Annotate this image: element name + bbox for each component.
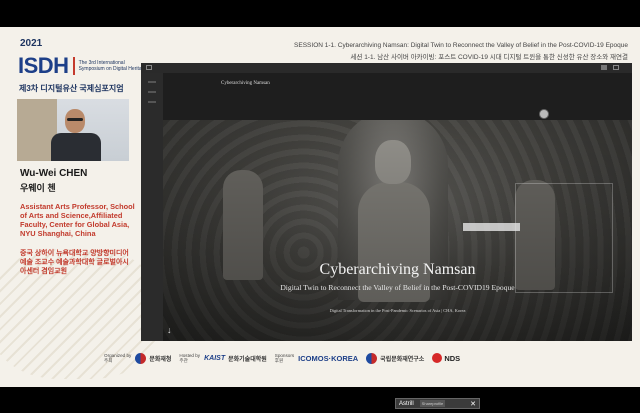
taeguk-icon	[366, 352, 378, 364]
sidebar-icon[interactable]	[148, 91, 156, 93]
slide-title: Cyberarchiving Namsan	[319, 261, 476, 278]
sponsor-strip: Organized by 주최 문화재청 Hosted by 주관 KAIST …	[104, 347, 634, 369]
taskbar-popup[interactable]: Astrill Shareprofile ✕	[395, 398, 480, 409]
speaker-head	[65, 109, 85, 133]
scroll-down-icon[interactable]: ↓	[167, 325, 172, 335]
sponsor-logo: 문화재청	[135, 352, 171, 364]
slide-footer: Digital Transformation in the Post-Pande…	[329, 308, 466, 313]
annotation-box	[463, 223, 520, 231]
logo-text: ISDH	[18, 53, 69, 78]
window-titlebar	[141, 63, 632, 73]
nds-mark-icon	[432, 353, 443, 363]
icomos-logo: ICOMOS·KOREA	[298, 353, 359, 363]
nds-logo: NDS	[432, 353, 460, 363]
nrich-logo: 국립문화재연구소	[366, 352, 424, 364]
logo-subtitle: The 3rd International Symposium on Digit…	[78, 60, 148, 72]
host-logo: KAIST 문화기술대학원	[204, 354, 267, 363]
speaker-title-ko: 중국 상하이 뉴욕대학교 양방향미디어예술 조교수 예술과학대학 글로벌아시아센…	[20, 250, 129, 275]
speaker-name-ko: 우웨이 첸	[20, 183, 56, 193]
slide-subtitle: Digital Twin to Reconnect the Valley of …	[280, 283, 515, 292]
sponsors-label: Sponsors 후원	[274, 353, 295, 363]
speaker-title: Assistant Arts Professor, School of Arts…	[20, 202, 135, 238]
speaker-video	[17, 99, 129, 161]
share-profile-button[interactable]: Shareprofile	[419, 400, 446, 407]
taeguk-icon	[135, 352, 147, 364]
maximize-icon[interactable]	[613, 65, 619, 70]
session-title-ko: 세션 1-1. 남산 사이버 아카이빙: 포스트 COVID-19 시대 디지털…	[350, 54, 628, 61]
event-year: 2021	[20, 38, 43, 49]
sidebar-icon[interactable]	[148, 101, 156, 103]
avatar[interactable]	[539, 109, 549, 119]
broadcast-frame: 2021 ISDH The 3rd International Symposiu…	[0, 27, 640, 387]
speaker-name: Wu-Wei CHEN	[20, 168, 88, 179]
session-title: SESSION 1-1. Cyberarchiving Namsan: Digi…	[294, 42, 628, 49]
organized-label: Organized by 주최	[104, 353, 132, 363]
astrill-app-label[interactable]: Astrill	[399, 401, 414, 407]
app-sidebar	[141, 73, 163, 341]
speaker-body	[51, 133, 101, 161]
shared-screen: Cyberarchiving Namsan Cyberarchiving Nam…	[141, 63, 632, 341]
minimize-icon[interactable]	[601, 65, 607, 70]
sidebar-icon[interactable]	[148, 81, 156, 83]
symposium-title-ko: 제3차 디지털유산 국제심포지엄	[19, 84, 124, 93]
hosted-label: Hosted by 주관	[179, 353, 201, 363]
close-icon[interactable]: ✕	[470, 400, 476, 408]
presentation-slide: Cyberarchiving Namsan Digital Twin to Re…	[163, 120, 632, 341]
window-icon	[146, 65, 152, 70]
speaker-glasses	[67, 118, 83, 121]
isdh-logo: ISDH The 3rd International Symposium on …	[18, 53, 149, 79]
logo-divider	[72, 57, 75, 75]
app-title: Cyberarchiving Namsan	[221, 81, 270, 86]
